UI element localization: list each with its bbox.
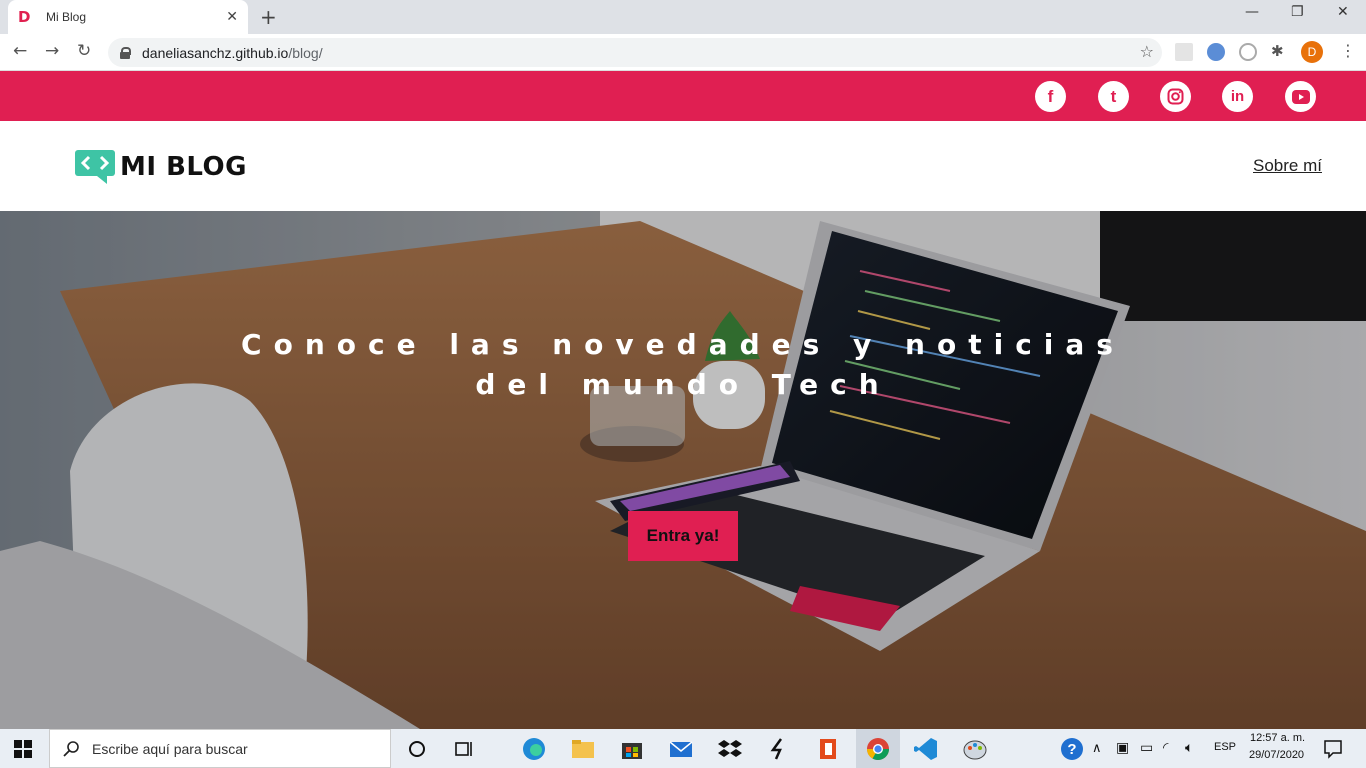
search-placeholder: Escribe aquí para buscar — [92, 740, 248, 757]
cortana-icon[interactable] — [405, 737, 429, 761]
url-path: /blog/ — [288, 44, 323, 61]
hero-section: Conoce las novedades y noticias del mund… — [0, 211, 1366, 729]
instagram-icon[interactable] — [1160, 81, 1191, 112]
logo-text: MI BLOG — [120, 152, 247, 182]
vscode-icon[interactable] — [914, 737, 938, 761]
office-icon[interactable] — [816, 737, 840, 761]
hero-background-image — [0, 211, 1366, 729]
tab-title: Mi Blog — [46, 10, 87, 24]
youtube-icon[interactable] — [1285, 81, 1316, 112]
restore-button[interactable]: ❐ — [1291, 4, 1304, 20]
clock-date[interactable]: 29/07/2020 — [1249, 749, 1304, 761]
close-tab-icon[interactable]: ✕ — [226, 9, 238, 25]
hero-title: Conoce las novedades y noticias del mund… — [241, 328, 1125, 401]
browser-tab-bar: D Mi Blog ✕ + — ❐ ✕ — [0, 0, 1366, 34]
minimize-button[interactable]: — — [1245, 4, 1259, 20]
tumblr-icon[interactable]: t — [1098, 81, 1129, 112]
show-hidden-icons-icon[interactable]: ∧ — [1092, 740, 1102, 756]
volume-icon[interactable]: 🔈︎ — [1185, 739, 1193, 756]
social-bar: f t in — [0, 71, 1366, 121]
browser-tab[interactable]: D Mi Blog ✕ — [8, 0, 248, 34]
browser-toolbar: ← → ↻ daneliasanchz.github.io/blog/ ☆ ✱ … — [0, 34, 1366, 71]
extension-icon[interactable] — [1207, 43, 1225, 61]
favicon-icon: D — [18, 8, 31, 26]
notifications-icon[interactable] — [1322, 737, 1346, 761]
dropbox-icon[interactable] — [718, 737, 742, 761]
new-tab-button[interactable]: + — [260, 5, 277, 29]
linkedin-icon[interactable]: in — [1222, 81, 1253, 112]
back-button[interactable]: ← — [13, 41, 27, 61]
forward-button[interactable]: → — [45, 41, 59, 61]
task-view-icon[interactable] — [452, 737, 476, 761]
battery-icon[interactable]: ▭ — [1140, 739, 1153, 756]
help-icon[interactable]: ? — [1060, 737, 1084, 761]
paint-icon[interactable] — [963, 737, 987, 761]
search-icon — [63, 740, 79, 757]
mail-icon[interactable] — [669, 737, 693, 761]
taskbar-search-box[interactable]: Escribe aquí para buscar — [49, 729, 391, 768]
language-indicator[interactable]: ESP — [1214, 741, 1236, 753]
svg-text:?: ? — [1067, 741, 1076, 758]
extension-icon[interactable] — [1175, 43, 1193, 61]
extension-icon[interactable] — [1239, 43, 1257, 61]
profile-avatar[interactable]: D — [1301, 41, 1323, 63]
store-icon[interactable] — [620, 737, 644, 761]
app-icon[interactable] — [767, 737, 791, 761]
chrome-taskbar-button[interactable] — [856, 729, 900, 768]
puzzle-icon[interactable]: ✱ — [1271, 42, 1284, 60]
site-header: MI BLOG Sobre mí — [0, 121, 1366, 211]
code-bracket-logo-icon — [75, 150, 115, 184]
url-host: daneliasanchz.github.io — [142, 44, 289, 61]
edge-icon[interactable] — [522, 737, 546, 761]
nav-about-link[interactable]: Sobre mí — [1253, 156, 1322, 176]
enter-button[interactable]: Entra ya! — [628, 511, 738, 561]
windows-start-icon[interactable] — [14, 740, 32, 758]
reload-button[interactable]: ↻ — [77, 41, 91, 61]
clock-time[interactable]: 12:57 a. m. — [1250, 732, 1305, 744]
site-logo[interactable]: MI BLOG — [75, 150, 247, 184]
close-window-button[interactable]: ✕ — [1337, 4, 1349, 20]
chrome-icon — [867, 738, 889, 760]
bookmark-star-icon[interactable]: ☆ — [1140, 42, 1154, 61]
address-bar[interactable]: daneliasanchz.github.io/blog/ ☆ — [108, 38, 1162, 67]
file-explorer-icon[interactable] — [571, 737, 595, 761]
lock-icon — [120, 46, 131, 59]
browser-menu-icon[interactable]: ⋮ — [1340, 41, 1356, 60]
wifi-icon[interactable]: ◜ — [1163, 739, 1168, 756]
network-adapter-icon[interactable]: ▣ — [1116, 739, 1129, 756]
windows-taskbar: Escribe aquí para buscar ? ∧ ▣ ▭ ◜ 🔈︎ ES… — [0, 729, 1366, 768]
facebook-icon[interactable]: f — [1035, 81, 1066, 112]
